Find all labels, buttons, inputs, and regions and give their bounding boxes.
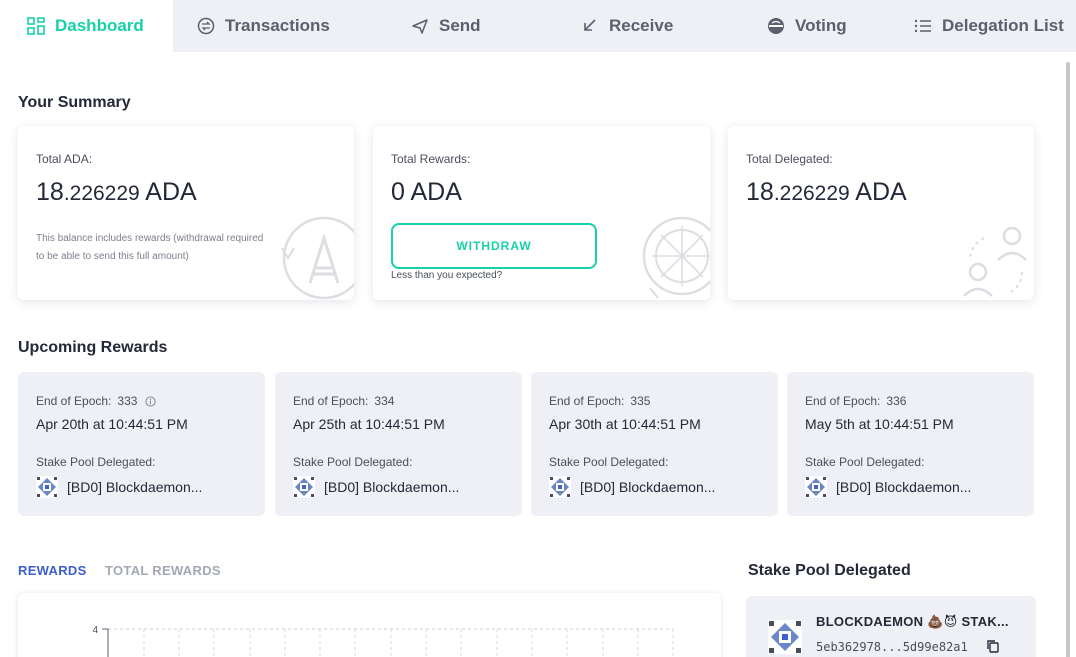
epoch-number: 333 (117, 394, 138, 408)
epoch-pool-label: Stake Pool Delegated: (36, 455, 156, 469)
copy-icon[interactable] (986, 639, 1000, 653)
epoch-pool[interactable]: [BD0] Blockdaemon... (549, 476, 715, 498)
withdraw-button[interactable]: WITHDRAW (391, 223, 597, 269)
total-delegated-decimals: .226229 (773, 182, 850, 205)
epoch-number: 334 (374, 394, 395, 408)
summary-title: Your Summary (18, 94, 131, 111)
upcoming-rewards-title: Upcoming Rewards (18, 339, 168, 356)
total-ada-decimals: .226229 (63, 182, 140, 205)
tab-label: Receive (609, 16, 674, 35)
delegation-people-icon (963, 226, 1027, 297)
epoch-pool-name: [BD0] Blockdaemon... (836, 479, 972, 495)
info-icon[interactable] (145, 395, 156, 407)
pool-avatar-icon (36, 476, 58, 498)
epoch-number: 335 (630, 394, 651, 408)
scrollbar[interactable] (1066, 62, 1070, 657)
epoch-pool[interactable]: [BD0] Blockdaemon... (805, 476, 971, 498)
stake-pool-name: BLOCKDAEMON 💩😈 STAK... (816, 614, 1009, 629)
epoch-label: End of Epoch: 335 (549, 394, 650, 408)
y-tick-label: 4 (92, 625, 98, 636)
epoch-label-text: End of Epoch: (805, 394, 881, 408)
tab-transactions[interactable]: Transactions (197, 0, 330, 52)
total-delegated-label: Total Delegated: (746, 152, 833, 166)
total-delegated-int: 18 (746, 178, 774, 206)
epoch-label: End of Epoch: 334 (293, 394, 394, 408)
stake-pool-card: BLOCKDAEMON 💩😈 STAK... 5eb362978...5d99e… (746, 596, 1036, 657)
tab-label: Transactions (225, 16, 330, 35)
epoch-number: 336 (886, 394, 907, 408)
less-than-expected-link[interactable]: Less than you expected? (391, 270, 502, 281)
stake-pool-hash: 5eb362978...5d99e82a1 (816, 640, 968, 654)
rewards-chart: 4 (18, 593, 721, 657)
total-delegated-unit: ADA (849, 178, 907, 206)
tab-receive[interactable]: Receive (581, 0, 673, 52)
tab-delegation-list[interactable]: Delegation List (914, 0, 1064, 52)
epoch-card: End of Epoch: 333 Apr 20th at 10:44:51 PM… (18, 372, 265, 516)
compass-wheel-icon (642, 216, 710, 299)
epoch-label-text: End of Epoch: (36, 394, 112, 408)
tab-dashboard[interactable]: Dashboard (0, 0, 173, 52)
epoch-pool-name: [BD0] Blockdaemon... (324, 479, 460, 495)
voting-icon (767, 17, 785, 35)
total-ada-label: Total ADA: (36, 152, 93, 166)
epoch-card: End of Epoch: 334 Apr 25th at 10:44:51 PM… (275, 372, 522, 516)
epoch-date: Apr 30th at 10:44:51 PM (549, 416, 701, 432)
tab-label: Voting (795, 16, 847, 35)
epoch-pool[interactable]: [BD0] Blockdaemon... (293, 476, 459, 498)
total-rewards-card: Total Rewards: 0 ADA WITHDRAW Less than … (373, 126, 710, 300)
tab-label: Send (439, 16, 481, 35)
receive-icon (581, 17, 599, 35)
epoch-label-text: End of Epoch: (293, 394, 369, 408)
epoch-date: Apr 25th at 10:44:51 PM (293, 416, 445, 432)
dashboard-icon (27, 17, 45, 35)
ada-coin-icon (281, 216, 354, 300)
epoch-card: End of Epoch: 336 May 5th at 10:44:51 PM … (787, 372, 1034, 516)
total-ada-int: 18 (36, 178, 64, 206)
transactions-icon (197, 17, 215, 35)
total-ada-note: This balance includes rewards (withdrawa… (36, 233, 264, 262)
epoch-pool[interactable]: [BD0] Blockdaemon... (36, 476, 202, 498)
epoch-card: End of Epoch: 335 Apr 30th at 10:44:51 PM… (531, 372, 778, 516)
epoch-date: May 5th at 10:44:51 PM (805, 416, 954, 432)
epoch-pool-label: Stake Pool Delegated: (549, 455, 669, 469)
total-ada-card: Total ADA: 18.226229 ADA This balance in… (18, 126, 354, 300)
epoch-pool-label: Stake Pool Delegated: (293, 455, 413, 469)
tab-label: Dashboard (55, 16, 144, 35)
tab-send[interactable]: Send (411, 0, 481, 52)
delegation-list-icon (914, 17, 932, 35)
tab-label: Delegation List (942, 16, 1064, 35)
total-rewards-amount: 0 ADA (391, 178, 462, 206)
pool-avatar-icon (293, 476, 315, 498)
rewards-chart-grid: 4 (92, 625, 674, 657)
stake-pool-title: Stake Pool Delegated (748, 562, 911, 579)
epoch-label-text: End of Epoch: (549, 394, 625, 408)
top-nav: Dashboard Transactions Send Receive Voti… (0, 0, 1076, 52)
tab-total-rewards[interactable]: TOTAL REWARDS (105, 563, 221, 578)
pool-avatar-icon (549, 476, 571, 498)
send-icon (411, 17, 429, 35)
epoch-pool-name: [BD0] Blockdaemon... (67, 479, 203, 495)
total-delegated-amount: 18.226229 ADA (746, 178, 907, 207)
total-rewards-label: Total Rewards: (391, 152, 471, 166)
pool-avatar-icon (768, 620, 802, 654)
epoch-label: End of Epoch: 336 (805, 394, 906, 408)
total-ada-unit: ADA (139, 178, 197, 206)
total-delegated-card: Total Delegated: 18.226229 ADA (728, 126, 1034, 300)
pool-avatar-icon (805, 476, 827, 498)
tab-voting[interactable]: Voting (767, 0, 847, 52)
total-ada-amount: 18.226229 ADA (36, 178, 197, 207)
epoch-label: End of Epoch: 333 (36, 394, 156, 408)
epoch-pool-label: Stake Pool Delegated: (805, 455, 925, 469)
epoch-date: Apr 20th at 10:44:51 PM (36, 416, 188, 432)
tab-rewards[interactable]: REWARDS (18, 563, 87, 578)
epoch-pool-name: [BD0] Blockdaemon... (580, 479, 716, 495)
